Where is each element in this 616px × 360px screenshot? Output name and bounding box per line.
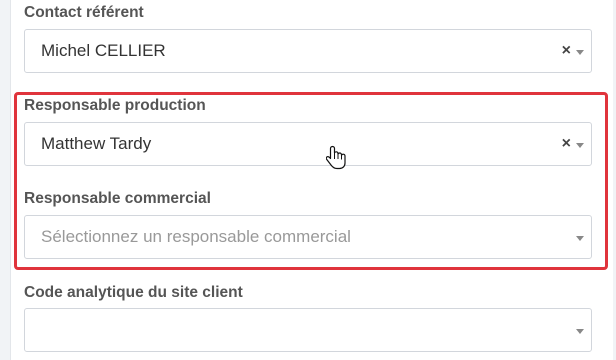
responsable-commercial-placeholder: Sélectionnez un responsable commercial (41, 227, 351, 246)
contact-referent-value: Michel CELLIER (41, 41, 166, 60)
chevron-down-icon (576, 143, 584, 148)
contact-referent-label: Contact référent (24, 4, 144, 21)
responsable-commercial-label: Responsable commercial (24, 190, 211, 207)
contact-referent-select[interactable]: Michel CELLIER × (24, 29, 592, 73)
hand-pointer-icon (326, 145, 346, 170)
chevron-down-icon (576, 329, 584, 334)
responsable-production-label: Responsable production (24, 97, 206, 114)
responsable-production-value: Matthew Tardy (41, 134, 152, 153)
code-analytique-select[interactable] (24, 308, 592, 352)
code-analytique-label: Code analytique du site client (24, 284, 243, 301)
clear-icon[interactable]: × (562, 42, 571, 60)
chevron-down-icon (576, 50, 584, 55)
chevron-down-icon (576, 236, 584, 241)
responsable-commercial-select[interactable]: Sélectionnez un responsable commercial (24, 215, 592, 259)
clear-icon[interactable]: × (562, 135, 571, 153)
responsable-production-select[interactable]: Matthew Tardy × (24, 122, 592, 166)
